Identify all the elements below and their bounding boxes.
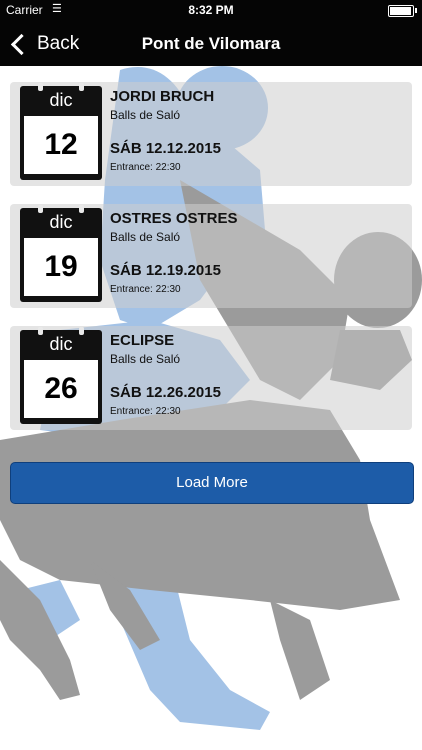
event-category: Balls de Saló (110, 352, 181, 366)
event-entrance: Entrance: 22:30 (110, 406, 181, 417)
event-month: dic (49, 334, 73, 354)
event-date: SÁB 12.19.2015 (110, 262, 221, 279)
battery-icon (388, 5, 414, 17)
event-name: JORDI BRUCH (110, 88, 215, 105)
page-title: Pont de Vilomara (141, 34, 281, 53)
event-card[interactable]: dic 19 OSTRES OSTRES Balls de Saló SÁB 1… (10, 204, 412, 308)
event-category: Balls de Saló (110, 230, 181, 244)
event-entrance: Entrance: 22:30 (110, 162, 181, 173)
event-name: OSTRES OSTRES (110, 210, 238, 227)
status-bar: Carrier ☰ 8:32 PM (0, 0, 422, 22)
event-card[interactable]: dic 26 ECLIPSE Balls de Saló SÁB 12.26.2… (10, 326, 412, 430)
event-day: 26 (24, 360, 98, 418)
load-more-button[interactable]: Load More (10, 462, 414, 504)
event-category: Balls de Saló (110, 108, 181, 122)
load-more-label: Load More (176, 474, 248, 491)
event-day: 12 (24, 116, 98, 174)
calendar-icon: dic 12 (20, 83, 102, 180)
event-month: dic (49, 212, 73, 232)
navigation-bar: Carrier ☰ 8:32 PM Back Pont de Vilomara (0, 0, 422, 66)
event-entrance: Entrance: 22:30 (110, 284, 181, 295)
status-time: 8:32 PM (188, 3, 234, 17)
battery-tip (415, 8, 417, 13)
calendar-icon: dic 19 (20, 205, 102, 302)
event-name: ECLIPSE (110, 332, 175, 349)
event-card[interactable]: dic 12 JORDI BRUCH Balls de Saló SÁB 12.… (10, 82, 412, 186)
event-day: 19 (24, 238, 98, 296)
event-month: dic (49, 90, 73, 110)
calendar-icon: dic 26 (20, 327, 102, 424)
event-date: SÁB 12.26.2015 (110, 384, 221, 401)
event-date: SÁB 12.12.2015 (110, 140, 221, 157)
